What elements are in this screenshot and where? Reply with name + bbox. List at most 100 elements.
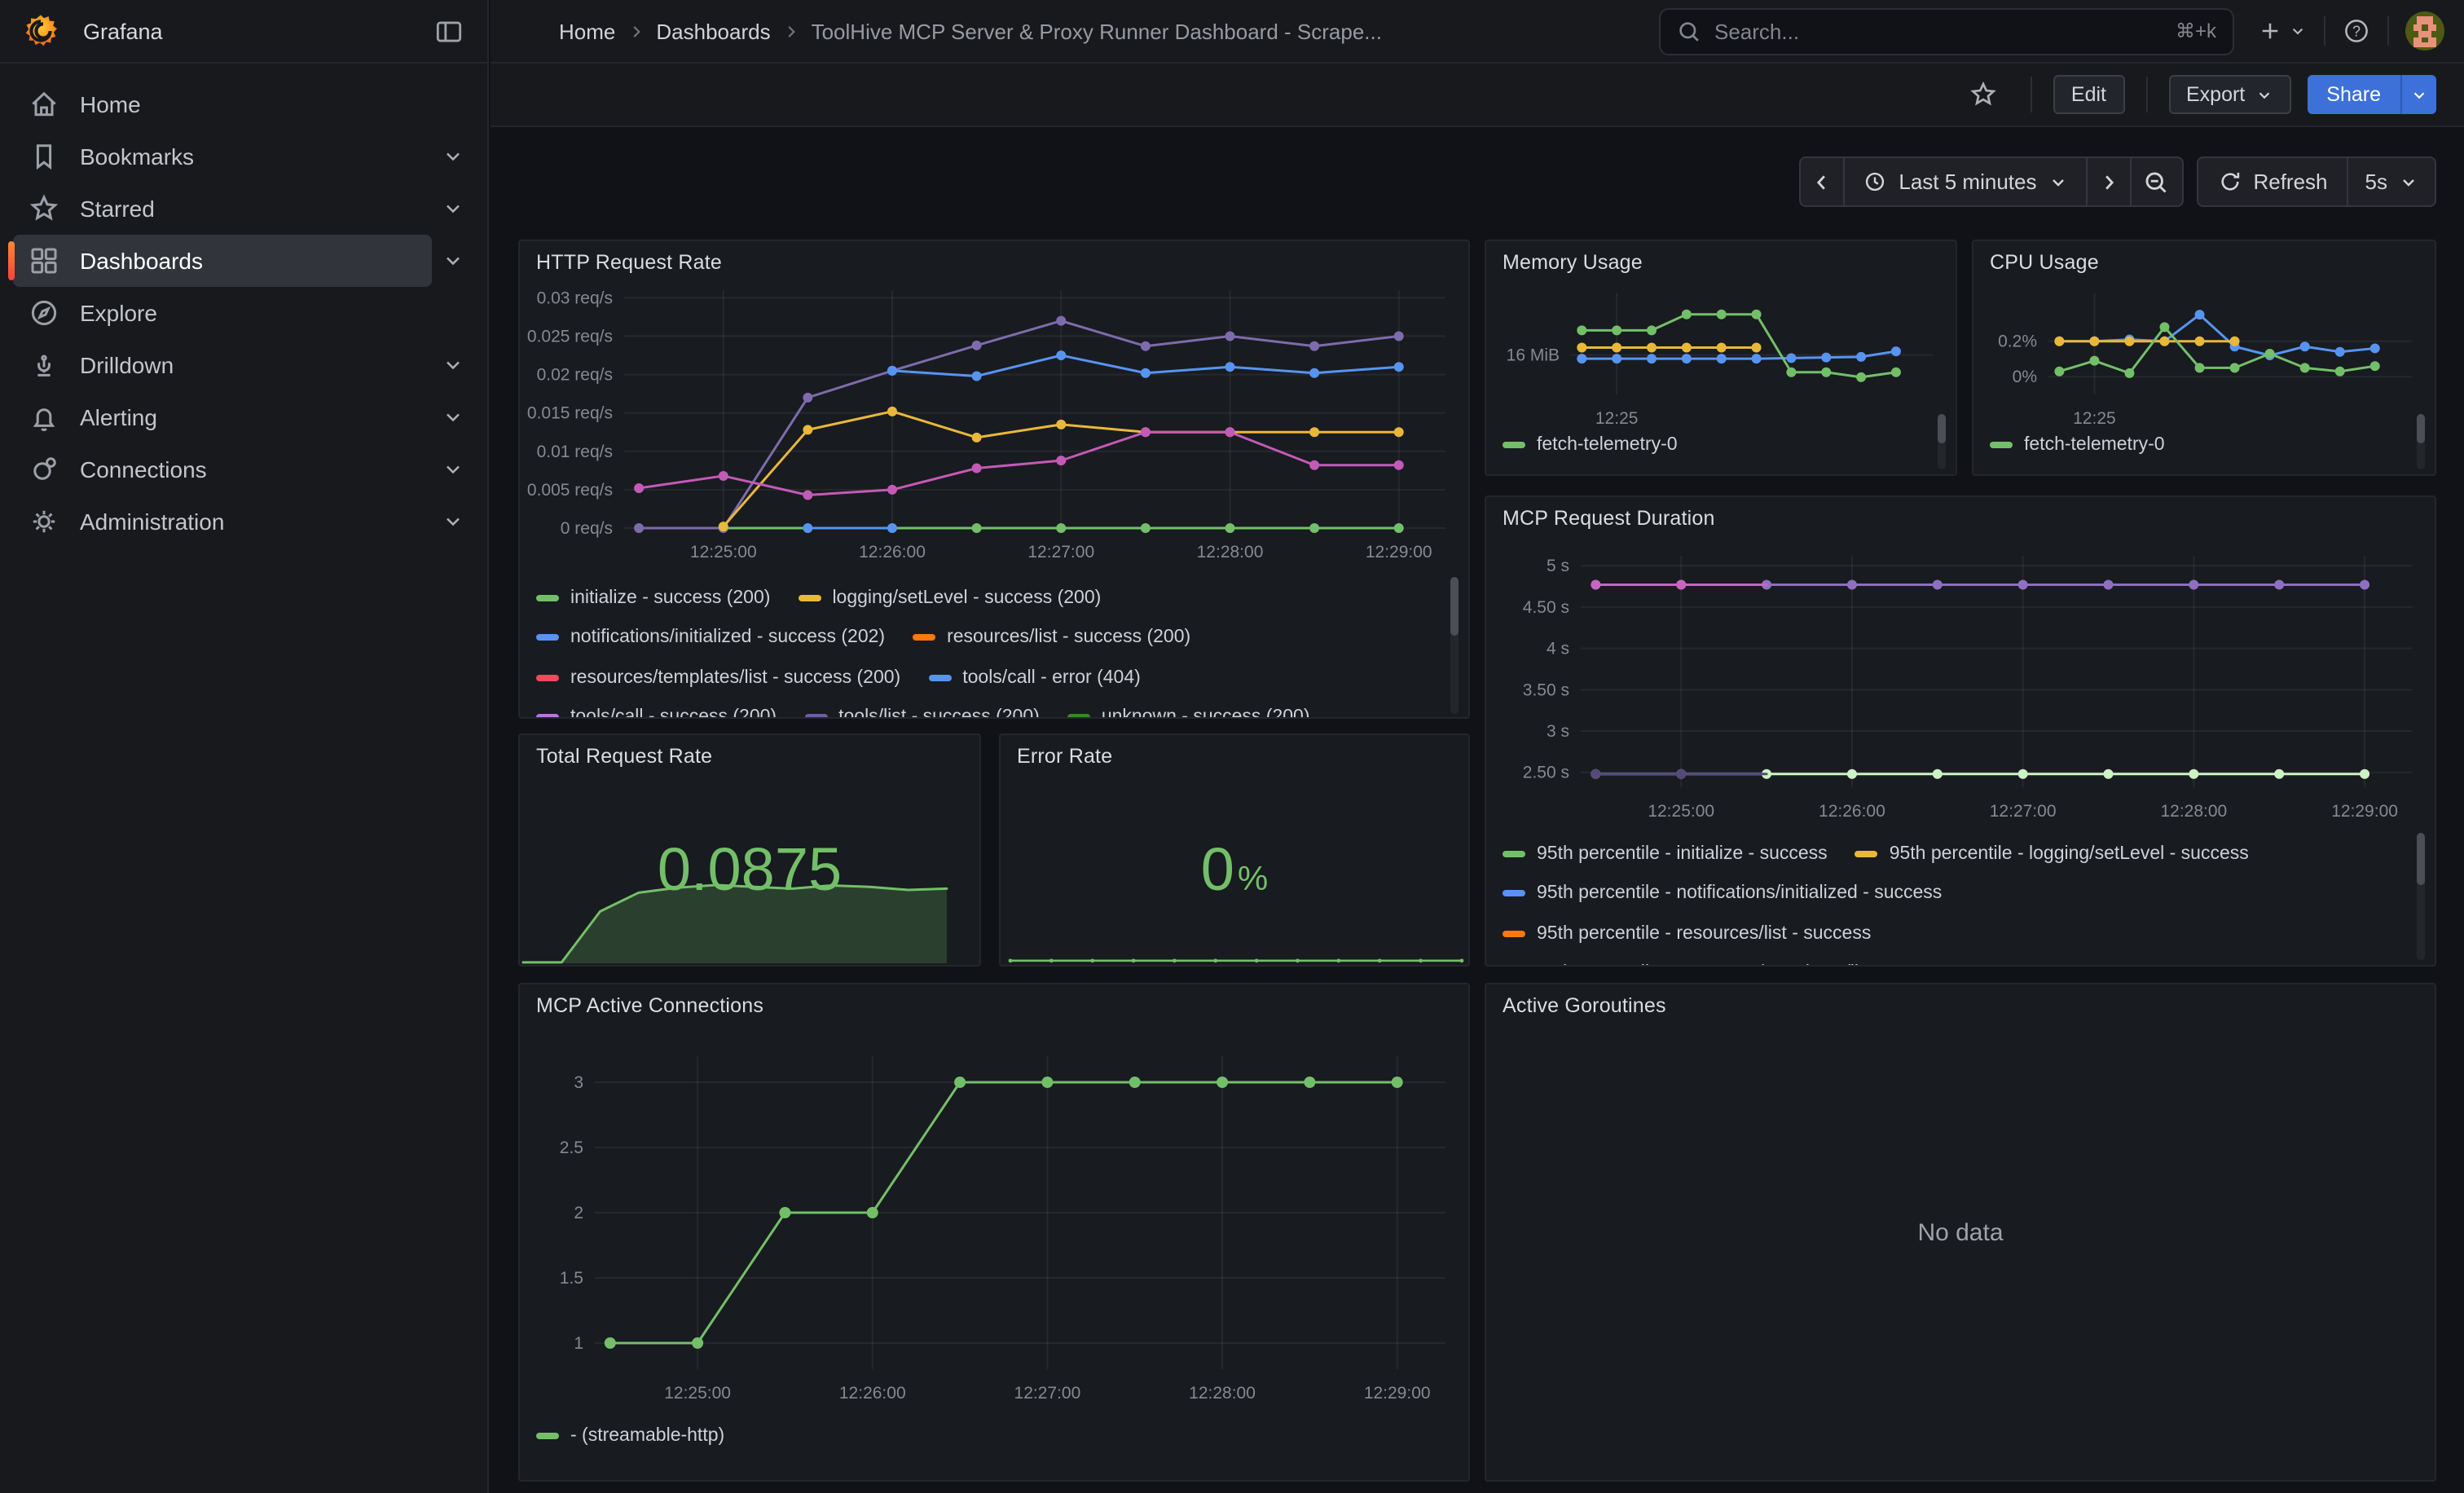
legend-item[interactable]: initialize - success (200) <box>536 588 770 607</box>
sidebar-item-alerting[interactable]: Alerting <box>13 391 474 443</box>
sidebar-item-label: Alerting <box>80 404 432 430</box>
legend-item[interactable]: resources/templates/list - success (200) <box>536 667 900 687</box>
share-dropdown-button[interactable] <box>2400 75 2436 114</box>
sidebar-item-label: Bookmarks <box>80 143 432 170</box>
no-data-message: No data <box>1486 984 2435 1480</box>
help-button[interactable]: ? <box>2342 16 2371 46</box>
sidebar-item-explore[interactable]: Explore <box>13 287 474 339</box>
legend-label: 95th percentile - logging/setLevel - suc… <box>1890 843 2249 863</box>
sidebar: Grafana HomeBookmarksStarredDashboardsEx… <box>0 0 489 1493</box>
favorite-star-button[interactable] <box>1969 80 1998 109</box>
svg-text:12:27:00: 12:27:00 <box>1027 543 1094 562</box>
breadcrumb-separator <box>782 22 800 40</box>
legend-color-chip <box>1503 930 1525 936</box>
chevron-down-icon <box>2288 21 2308 41</box>
sidebar-collapse-icon[interactable] <box>433 15 464 46</box>
legend-item[interactable]: tools/list - success (200) <box>804 707 1040 717</box>
panel-error-rate: Error Rate 0% <box>999 733 1470 967</box>
legend-item[interactable]: notifications/initialized - success (202… <box>536 628 885 647</box>
sidebar-link[interactable]: Bookmarks <box>13 130 432 183</box>
refresh-interval-label: 5s <box>2365 170 2387 194</box>
user-avatar[interactable] <box>2405 11 2444 51</box>
share-button[interactable]: Share <box>2307 75 2400 114</box>
chevron-down-icon <box>2255 86 2273 103</box>
chevron-down-icon[interactable] <box>432 197 474 220</box>
chevron-down-icon[interactable] <box>432 354 474 377</box>
legend-item[interactable]: tools/call - success (200) <box>536 707 777 717</box>
dashboard-canvas: Last 5 minutes Refresh 5s HTTP Request R… <box>491 127 2464 1493</box>
sidebar-item-label: Starred <box>80 196 432 222</box>
chevron-down-icon[interactable] <box>432 510 474 533</box>
legend-label: 95th percentile - resources/list - succe… <box>1537 923 1871 943</box>
sidebar-item-starred[interactable]: Starred <box>13 183 474 235</box>
legend-item[interactable]: resources/list - success (200) <box>913 628 1190 647</box>
legend-color-chip <box>1990 441 2013 447</box>
legend-item[interactable]: 95th percentile - logging/setLevel - suc… <box>1855 843 2249 863</box>
legend-label: tools/call - success (200) <box>570 707 777 717</box>
legend-color-chip <box>536 674 559 680</box>
sidebar-item-bookmarks[interactable]: Bookmarks <box>13 130 474 183</box>
sidebar-item-dashboards[interactable]: Dashboards <box>13 235 474 287</box>
sidebar-item-label: Administration <box>80 509 432 535</box>
sidebar-item-administration[interactable]: Administration <box>13 495 474 548</box>
legend-item[interactable]: fetch-telemetry-0 <box>1503 434 1678 454</box>
svg-text:12:25: 12:25 <box>1595 409 1639 428</box>
sidebar-link[interactable]: Administration <box>13 495 432 548</box>
refresh-button[interactable]: Refresh <box>2196 156 2348 207</box>
sidebar-link[interactable]: Alerting <box>13 391 432 443</box>
legend-item[interactable]: 95th percentile - initialize - success <box>1503 843 1828 863</box>
panel-cpu-usage: CPU Usage 12:250.2%0% fetch-telemetry-0 <box>1972 240 2436 476</box>
search-input[interactable]: Search... ⌘+k <box>1659 7 2234 55</box>
legend-scrollbar-thumb[interactable] <box>1450 577 1459 636</box>
breadcrumb-item[interactable]: Dashboards <box>656 19 770 43</box>
legend-item[interactable]: unknown - success (200) <box>1067 707 1310 717</box>
time-shift-back-button[interactable] <box>1799 156 1845 207</box>
refresh-interval-picker[interactable]: 5s <box>2347 156 2436 207</box>
legend-item[interactable]: - (streamable-http) <box>536 1425 724 1445</box>
legend-label: initialize - success (200) <box>570 588 770 607</box>
edit-button[interactable]: Edit <box>2053 75 2124 114</box>
export-button[interactable]: Export <box>2168 75 2290 114</box>
breadcrumb-item[interactable]: Home <box>559 19 615 43</box>
sidebar-item-label: Home <box>80 91 474 117</box>
legend-item[interactable]: 95th percentile - resources/list - succe… <box>1503 923 1871 943</box>
add-button[interactable] <box>2257 18 2308 44</box>
breadcrumb: Home Dashboards ToolHive MCP Server & Prox… <box>559 19 1659 43</box>
legend-item[interactable]: tools/call - error (404) <box>928 667 1141 687</box>
time-range-picker[interactable]: Last 5 minutes <box>1843 156 2087 207</box>
grafana-logo[interactable] <box>23 13 59 49</box>
legend-item[interactable]: 95th percentile - resources/templates/li… <box>1503 963 1957 965</box>
sidebar-item-drilldown[interactable]: Drilldown <box>13 339 474 391</box>
legend-scrollbar-thumb[interactable] <box>2417 833 2425 885</box>
mcp-active-connections-chart: 12:25:0012:26:0012:27:0012:28:0012:29:00… <box>520 984 1470 1482</box>
legend-scrollbar-thumb[interactable] <box>2417 414 2425 443</box>
legend-item[interactable]: fetch-telemetry-0 <box>1990 434 2165 454</box>
sidebar-link[interactable]: Home <box>13 78 474 130</box>
svg-text:12:25:00: 12:25:00 <box>664 1384 731 1403</box>
chevron-down-icon[interactable] <box>432 406 474 429</box>
time-shift-forward-button[interactable] <box>2085 156 2131 207</box>
legend-color-chip <box>913 634 935 641</box>
legend-scrollbar-thumb[interactable] <box>1938 414 1946 443</box>
legend-item[interactable]: 95th percentile - notifications/initiali… <box>1503 883 1942 903</box>
sidebar-link[interactable]: Connections <box>13 443 432 495</box>
home-icon <box>28 88 60 121</box>
divider <box>2145 77 2147 112</box>
legend-item[interactable]: logging/setLevel - success (200) <box>798 588 1101 607</box>
svg-text:12:25: 12:25 <box>2073 409 2116 428</box>
breadcrumb-item[interactable]: ToolHive MCP Server & Proxy Runner Dashb… <box>812 19 1382 43</box>
sidebar-item-connections[interactable]: Connections <box>13 443 474 495</box>
sidebar-link[interactable]: Drilldown <box>13 339 432 391</box>
svg-text:12:29:00: 12:29:00 <box>2331 802 2398 821</box>
chevron-down-icon[interactable] <box>432 458 474 481</box>
chevron-down-icon[interactable] <box>432 145 474 168</box>
sidebar-item-home[interactable]: Home <box>13 78 474 130</box>
zoom-out-button[interactable] <box>2129 156 2183 207</box>
chevron-down-icon[interactable] <box>432 249 474 272</box>
sidebar-link[interactable]: Dashboards <box>13 235 432 287</box>
sidebar-link[interactable]: Starred <box>13 183 432 235</box>
topbar-icons: ? <box>2257 11 2444 51</box>
legend: fetch-telemetry-0 <box>1503 434 1926 474</box>
divider <box>2324 16 2325 46</box>
sidebar-link[interactable]: Explore <box>13 287 474 339</box>
